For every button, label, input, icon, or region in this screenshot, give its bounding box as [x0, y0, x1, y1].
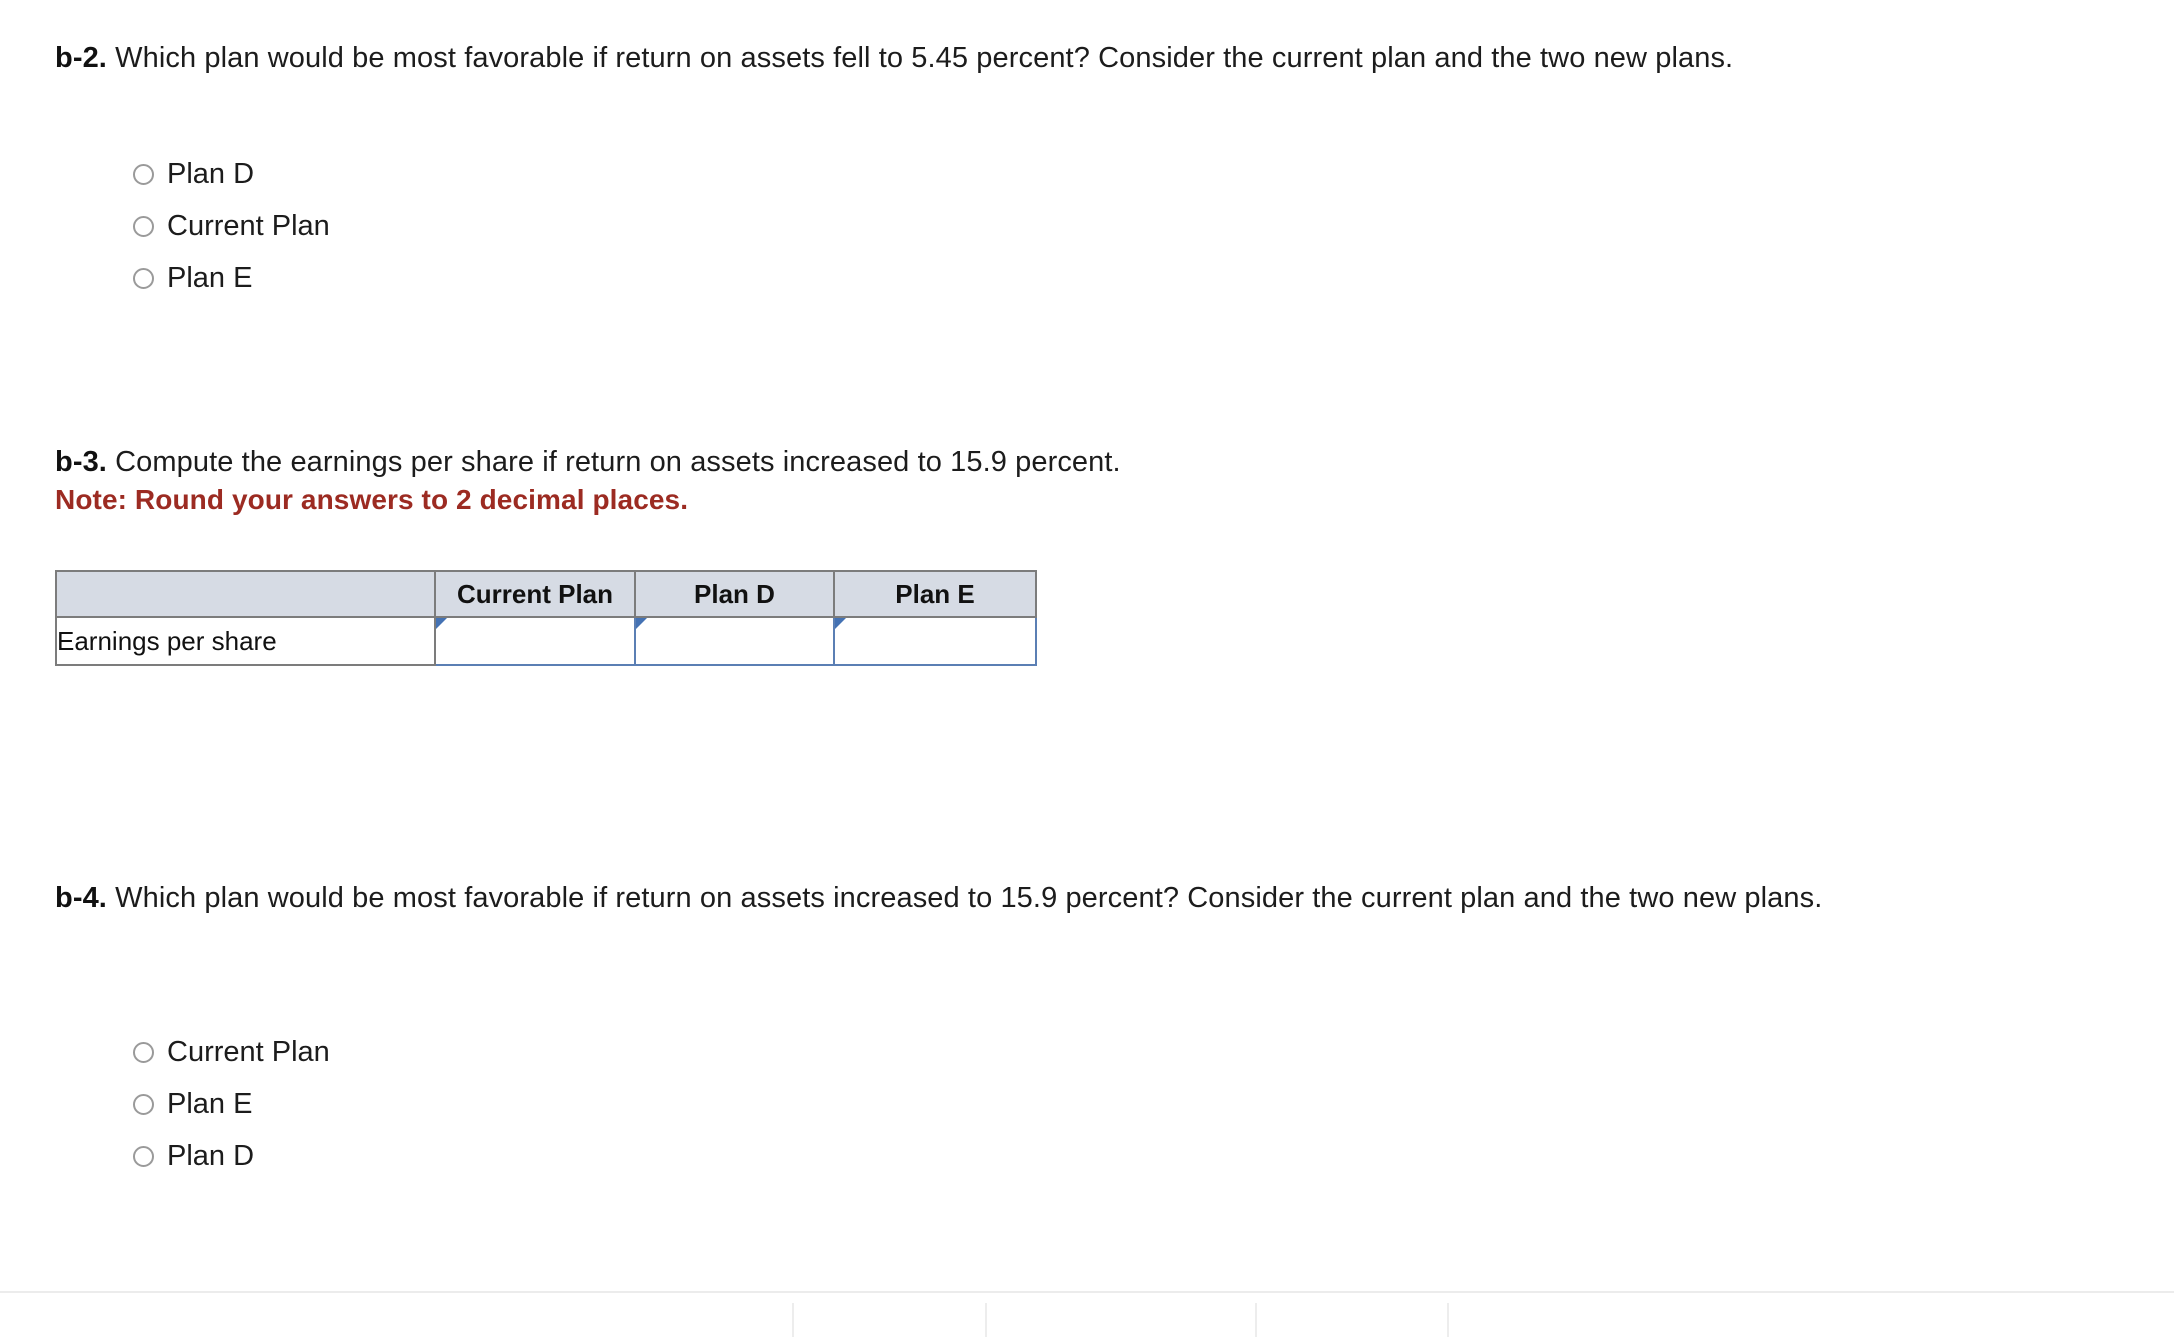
question-b4-label: b-4.	[55, 882, 107, 914]
earnings-per-share-plan-e-input[interactable]	[837, 620, 1033, 662]
radio-group-b2: Plan D Current Plan Plan E	[133, 148, 330, 304]
footer-toolbar	[0, 1293, 2174, 1338]
radio-circle-icon[interactable]	[133, 267, 154, 289]
earnings-per-share-plan-d-input[interactable]	[638, 620, 831, 662]
radio-option-b2-2[interactable]: Plan E	[133, 252, 330, 304]
radio-circle-icon[interactable]	[133, 215, 154, 237]
radio-option-label: Plan E	[167, 262, 253, 294]
question-b3-label: b-3.	[55, 446, 107, 478]
question-b2-text: Which plan would be most favorable if re…	[115, 42, 1734, 74]
radio-circle-icon[interactable]	[133, 1041, 154, 1063]
table-row: Earnings per share	[55, 616, 1037, 666]
question-b4-text: Which plan would be most favorable if re…	[115, 882, 1823, 914]
worksheet-page: b-2. Which plan would be most favorable …	[0, 0, 2174, 1338]
question-b2: b-2. Which plan would be most favorable …	[55, 40, 2055, 77]
radio-option-b2-1[interactable]: Current Plan	[133, 200, 330, 252]
input-cell-current-plan[interactable]	[434, 616, 636, 666]
question-b4: b-4. Which plan would be most favorable …	[55, 880, 1885, 917]
radio-circle-icon[interactable]	[133, 163, 154, 185]
radio-option-b4-0[interactable]: Current Plan	[133, 1026, 330, 1078]
question-b3-note: Note: Round your answers to 2 decimal pl…	[55, 484, 689, 515]
input-cell-plan-d[interactable]	[634, 616, 835, 666]
radio-circle-icon[interactable]	[133, 1145, 154, 1167]
radio-circle-icon[interactable]	[133, 1093, 154, 1115]
radio-option-label: Plan D	[167, 158, 255, 190]
table-header-plan-d: Plan D	[634, 570, 835, 618]
radio-option-b4-1[interactable]: Plan E	[133, 1078, 330, 1130]
row-label-earnings-per-share: Earnings per share	[55, 616, 436, 666]
radio-option-b2-0[interactable]: Plan D	[133, 148, 330, 200]
table-header-row: Current Plan Plan D Plan E	[55, 570, 1037, 618]
footer-separator	[985, 1303, 987, 1337]
radio-option-label: Plan D	[167, 1140, 255, 1172]
table-header-current-plan: Current Plan	[434, 570, 636, 618]
radio-option-label: Current Plan	[167, 1036, 330, 1068]
earnings-per-share-table: Current Plan Plan D Plan E Earnings per …	[55, 570, 1037, 666]
input-cell-plan-e[interactable]	[833, 616, 1037, 666]
radio-option-b4-2[interactable]: Plan D	[133, 1130, 330, 1182]
table-header-plan-e: Plan E	[833, 570, 1037, 618]
radio-option-label: Plan E	[167, 1088, 253, 1120]
question-b2-label: b-2.	[55, 42, 107, 74]
radio-option-label: Current Plan	[167, 210, 330, 242]
earnings-per-share-current-plan-input[interactable]	[438, 620, 632, 662]
question-b3: b-3. Compute the earnings per share if r…	[55, 444, 2055, 518]
table-header-blank	[55, 570, 436, 618]
footer-separator	[792, 1303, 794, 1337]
footer-separator	[1447, 1303, 1449, 1337]
question-b3-text: Compute the earnings per share if return…	[115, 446, 1121, 478]
radio-group-b4: Current Plan Plan E Plan D	[133, 1026, 330, 1182]
footer-separator	[1255, 1303, 1257, 1337]
